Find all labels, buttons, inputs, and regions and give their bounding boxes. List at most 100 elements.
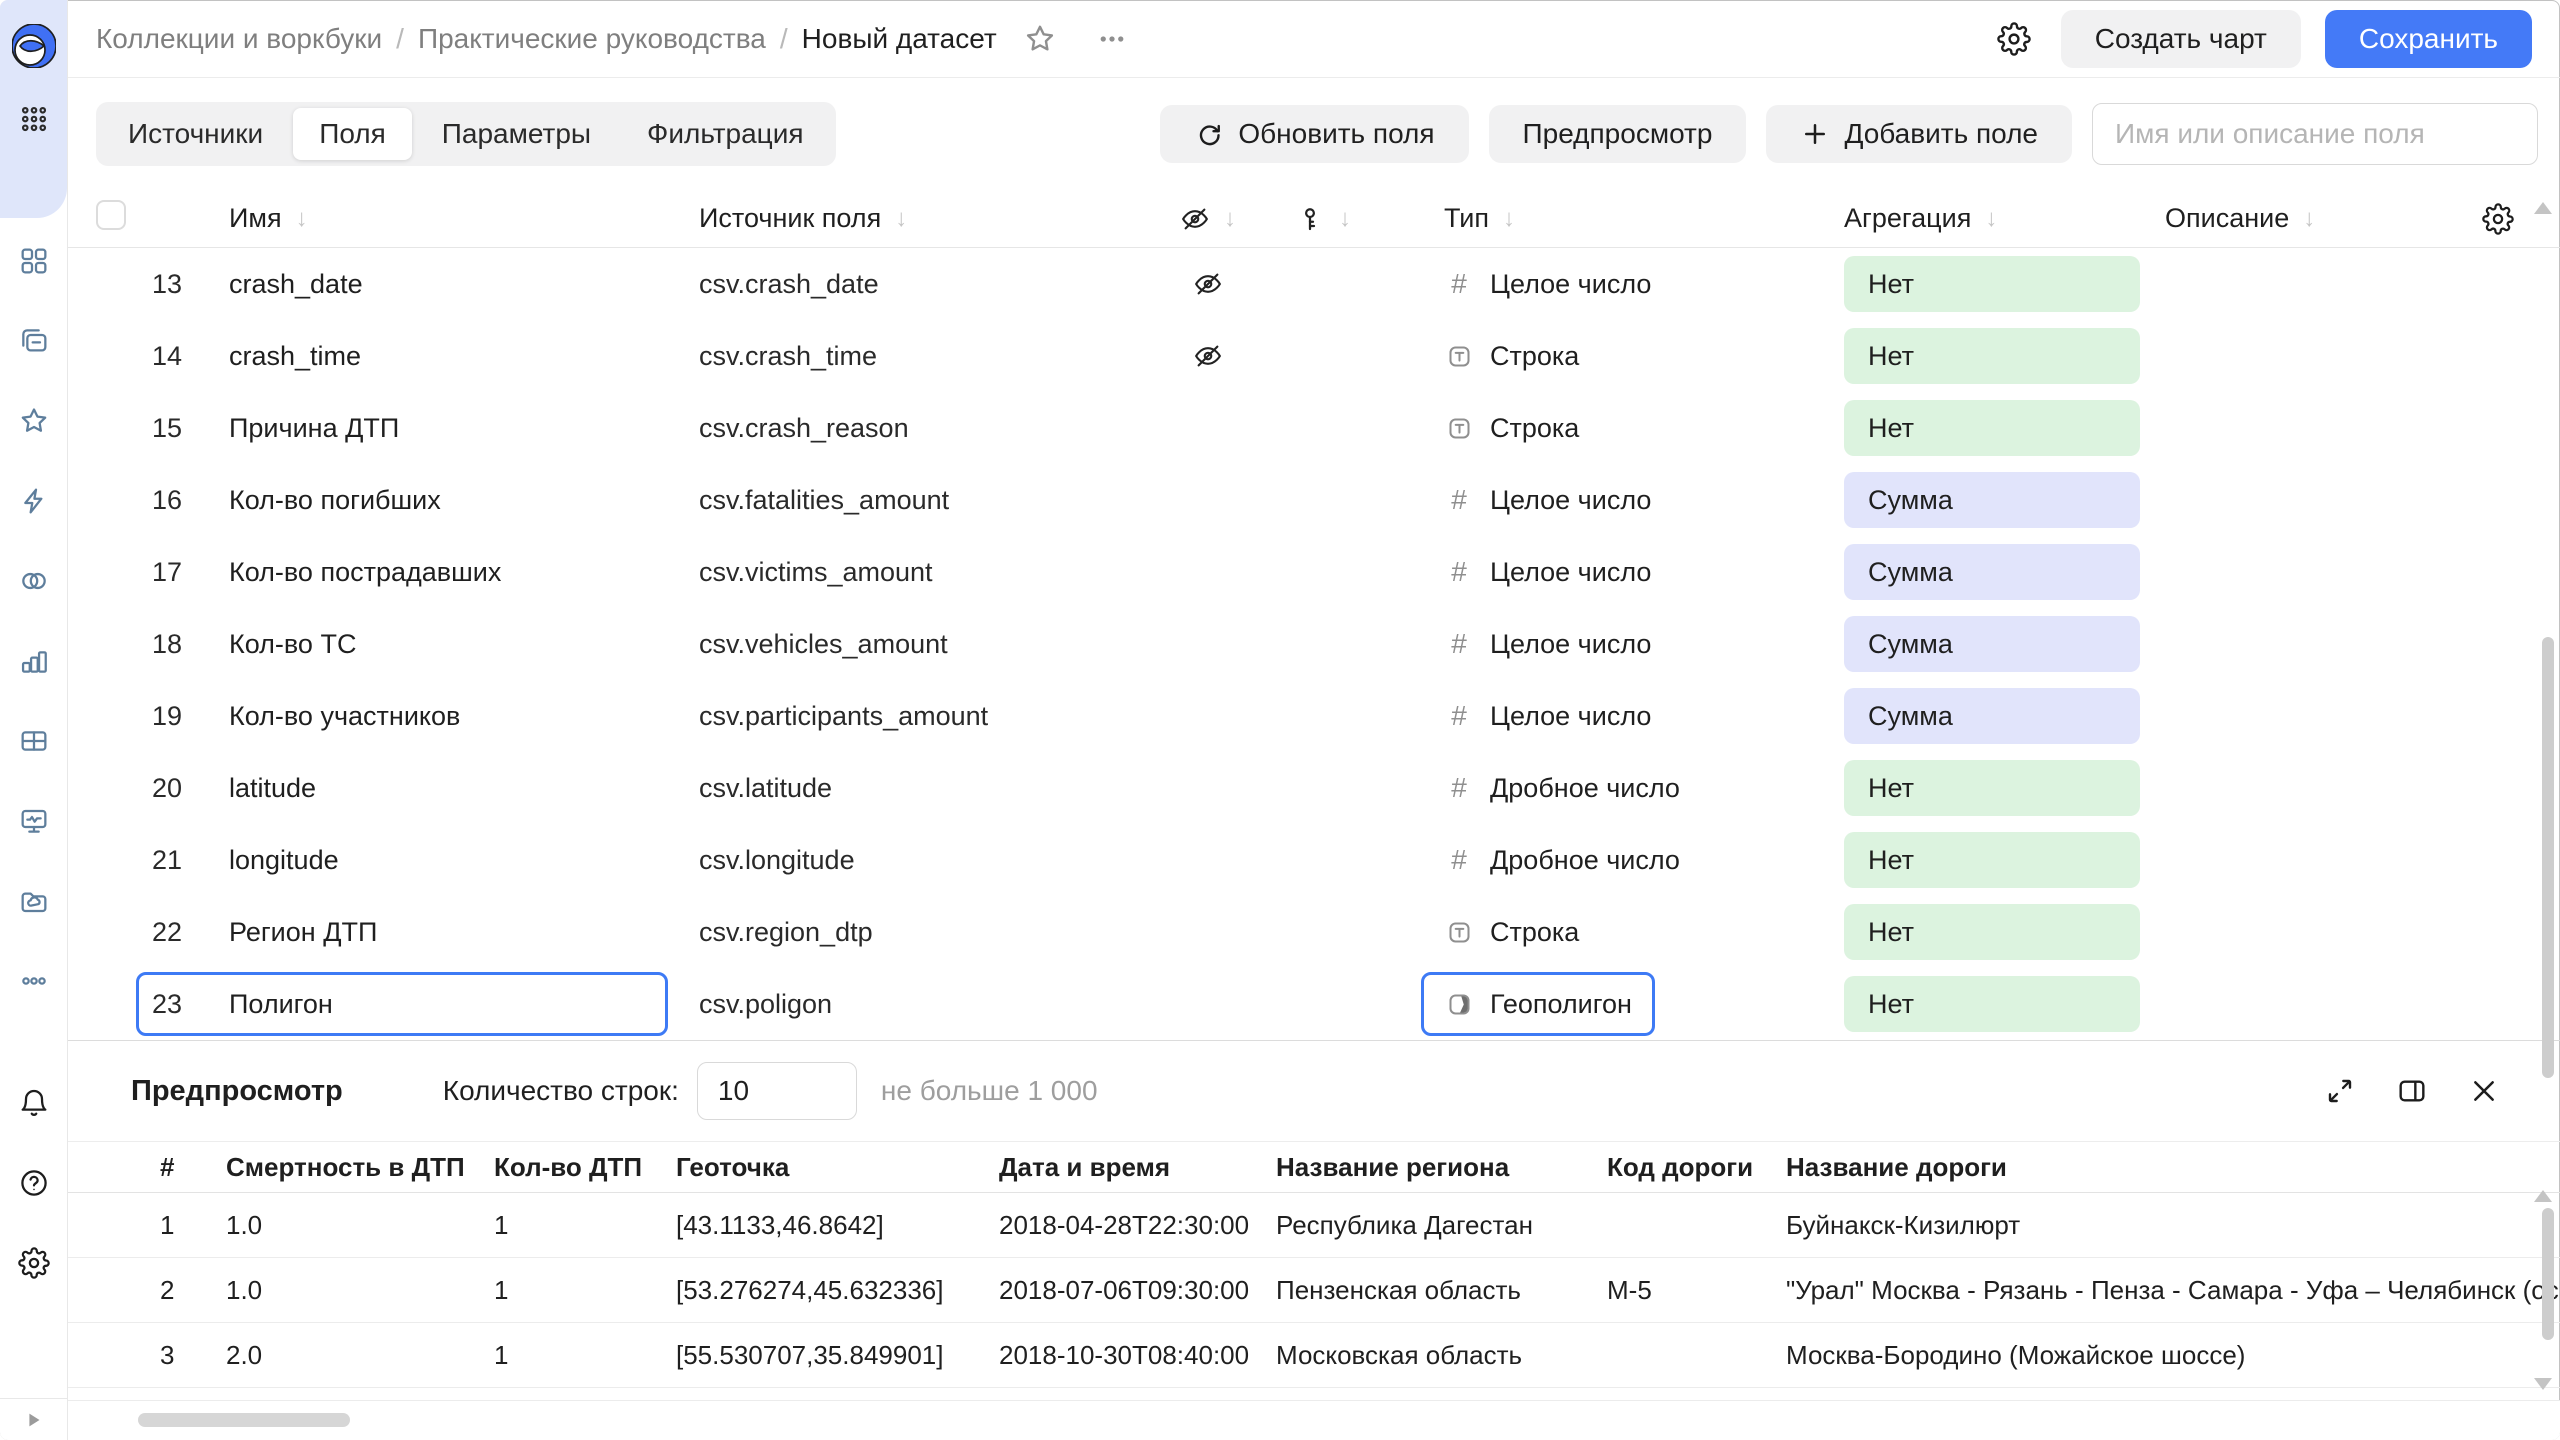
field-name-cell[interactable]: 18 Кол-во ТС [136,612,668,676]
add-field-button[interactable]: Добавить поле [1766,105,2072,163]
field-type-select[interactable]: Строка [1421,324,1602,388]
sidebar-item-cloud-storage[interactable] [0,861,68,941]
tab-parameters[interactable]: Параметры [416,108,617,160]
sidebar-item-collections[interactable] [0,221,68,301]
row-count-input[interactable] [697,1062,857,1120]
field-type-select[interactable]: Строка [1421,900,1602,964]
field-type-select[interactable]: # Целое число [1421,540,1674,604]
field-row-number: 15 [139,413,201,444]
sidebar-item-connections[interactable] [0,461,68,541]
column-header-key[interactable]: ↓ [1258,204,1358,234]
column-name-label: Имя [229,203,282,234]
sidebar-item-charts[interactable] [0,621,68,701]
favorite-star-icon[interactable] [1023,22,1057,56]
settings-gear-icon[interactable] [0,1223,68,1303]
field-name-cell[interactable]: 20 latitude [136,756,668,820]
refresh-fields-button[interactable]: Обновить поля [1160,105,1468,163]
field-type-select[interactable]: # Целое число [1421,252,1674,316]
scroll-up-arrow[interactable] [2534,202,2552,214]
save-button[interactable]: Сохранить [2325,10,2532,68]
field-name-cell[interactable]: 15 Причина ДТП [136,396,668,460]
field-type-select[interactable]: # Целое число [1421,612,1674,676]
column-header-hidden[interactable]: ↓ [1158,204,1258,234]
preview-cell: 1 [494,1275,676,1306]
select-all-checkbox[interactable] [96,200,126,230]
sidebar-expand-button[interactable] [0,1398,67,1440]
column-header-description[interactable]: Описание ↓ [2108,203,2408,234]
field-type-select[interactable]: # Дробное число [1421,828,1703,892]
field-aggregation-select[interactable]: Нет [1844,832,2140,888]
field-row-number: 14 [139,341,201,372]
field-aggregation-select[interactable]: Нет [1844,256,2140,312]
field-name-cell[interactable]: 14 crash_time [136,324,668,388]
field-type-select[interactable]: # Целое число [1421,684,1674,748]
field-row-number: 18 [139,629,201,660]
column-header-source[interactable]: Источник поля ↓ [668,203,1158,234]
preview-column-header: Название дороги [1786,1152,2560,1183]
sidebar-item-dashboards[interactable] [0,701,68,781]
sidebar-item-favorites[interactable] [0,381,68,461]
field-aggregation-select[interactable]: Нет [1844,904,2140,960]
sidebar-item-more[interactable] [0,941,68,1021]
field-aggregation-select[interactable]: Сумма [1844,472,2140,528]
field-name-cell[interactable]: 21 longitude [136,828,668,892]
tab-filtering[interactable]: Фильтрация [621,108,829,160]
more-actions-icon[interactable] [1097,24,1127,54]
field-name-cell[interactable]: 22 Регион ДТП [136,900,668,964]
field-hidden-eye-off-icon[interactable] [1158,269,1258,299]
field-aggregation-select[interactable]: Сумма [1844,616,2140,672]
field-row: 23 Полигон csv.poligon Геополигон Нет [68,968,2560,1040]
sidebar-item-workbooks[interactable] [0,301,68,381]
field-source: csv.fatalities_amount [668,485,1158,516]
dock-right-panel-icon[interactable] [2392,1071,2432,1111]
breadcrumb-guides[interactable]: Практические руководства [418,23,766,55]
column-header-type[interactable]: Тип ↓ [1358,203,1778,234]
field-aggregation-select[interactable]: Нет [1844,976,2140,1032]
field-hidden-eye-off-icon[interactable] [1158,341,1258,371]
field-name-cell[interactable]: 17 Кол-во пострадавших [136,540,668,604]
sidebar-item-datasets[interactable] [0,541,68,621]
preview-cell: 2.0 [226,1340,494,1371]
preview-panel: Предпросмотр Количество строк: не больше… [68,1040,2560,1400]
sidebar-item-monitoring[interactable] [0,781,68,861]
field-aggregation-select[interactable]: Нет [1844,760,2140,816]
tab-fields[interactable]: Поля [293,108,412,160]
apps-grid-icon[interactable] [0,82,68,156]
column-header-name[interactable]: Имя ↓ [198,203,668,234]
field-name-cell[interactable]: 16 Кол-во погибших [136,468,668,532]
field-type-label: Дробное число [1490,845,1680,876]
dataset-settings-gear-icon[interactable] [1991,16,2037,62]
preview-toggle-button[interactable]: Предпросмотр [1489,105,1747,163]
tab-sources[interactable]: Источники [102,108,289,160]
preview-scrollbar-thumb[interactable] [2542,1208,2554,1340]
preview-column-header: Смертность в ДТП [226,1152,494,1183]
field-type-select[interactable]: Строка [1421,396,1602,460]
notifications-bell-icon[interactable] [0,1063,68,1143]
fields-table-header: Имя ↓ Источник поля ↓ ↓ ↓ Тип ↓ Агрегаци… [68,190,2560,248]
field-aggregation-select[interactable]: Сумма [1844,544,2140,600]
breadcrumb-collections[interactable]: Коллекции и воркбуки [96,23,382,55]
field-type-select[interactable]: # Дробное число [1421,756,1703,820]
fields-scrollbar-thumb[interactable] [2542,637,2554,1078]
field-type-select[interactable]: Геополигон [1421,972,1655,1036]
field-name-cell[interactable]: 13 crash_date [136,252,668,316]
field-type-label: Целое число [1490,701,1651,732]
preview-scroll-down-arrow[interactable] [2534,1378,2552,1390]
close-preview-icon[interactable] [2464,1071,2504,1111]
field-aggregation-select[interactable]: Нет [1844,328,2140,384]
field-name-cell[interactable]: 19 Кол-во участников [136,684,668,748]
field-name: Кол-во ТС [201,629,665,660]
field-aggregation-select[interactable]: Нет [1844,400,2140,456]
preview-scroll-up-arrow[interactable] [2534,1190,2552,1202]
create-chart-button[interactable]: Создать чарт [2061,10,2301,68]
field-name-cell[interactable]: 23 Полигон [136,972,668,1036]
column-header-aggregation[interactable]: Агрегация ↓ [1778,203,2108,234]
expand-preview-icon[interactable] [2320,1071,2360,1111]
datalens-logo[interactable] [12,24,56,68]
horizontal-scrollbar-thumb[interactable] [138,1413,350,1427]
field-search-input[interactable] [2092,103,2538,165]
field-row: 13 crash_date csv.crash_date # Целое чис… [68,248,2560,320]
help-icon[interactable] [0,1143,68,1223]
field-aggregation-select[interactable]: Сумма [1844,688,2140,744]
field-type-select[interactable]: # Целое число [1421,468,1674,532]
